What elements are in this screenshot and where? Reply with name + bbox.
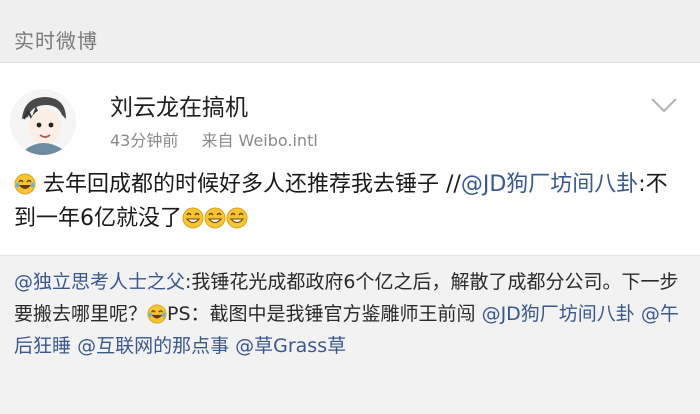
post-mention-link[interactable]: @JD狗厂坊间八卦 (461, 172, 638, 197)
repost-card[interactable]: @独立思考人士之父:我锤花光成都政府6个亿之后，解散了成都分公司。下一步要搬去哪… (0, 255, 700, 414)
chevron-down-icon[interactable] (648, 93, 680, 117)
repost-author-link[interactable]: @独立思考人士之父 (14, 271, 185, 293)
repost-mention-link[interactable]: @草Grass草 (235, 335, 346, 357)
post-meta: 43分钟前 来自 Weibo.intl (110, 127, 336, 151)
post-body: 去年回成都的时候好多人还推荐我去锤子 //@JD狗厂坊间八卦:不到一年6亿就没了 (14, 168, 684, 236)
repost-mention-link[interactable]: @互联网的那点事 (77, 335, 229, 357)
grin-emoji (204, 207, 226, 229)
post-text-1: 去年回成都的时候好多人还推荐我去锤子 // (43, 172, 461, 197)
laugh-cry-emoji (147, 304, 167, 324)
section-header: 实时微博 (0, 0, 700, 63)
avatar[interactable] (10, 89, 76, 155)
post-card[interactable]: 刘云龙在搞机 43分钟前 来自 Weibo.intl 去年回成都的时候好多人还推… (0, 63, 700, 255)
repost-body: @独立思考人士之父:我锤花光成都政府6个亿之后，解散了成都分公司。下一步要搬去哪… (14, 266, 684, 362)
repost-mention-link[interactable]: @JD狗厂坊间八卦 (482, 303, 635, 325)
grin-emoji (182, 207, 204, 229)
post-source[interactable]: 来自 Weibo.intl (201, 131, 317, 150)
repost-text-2: PS：截图中是我锤官方鉴雕师王前闯 (167, 303, 482, 325)
section-title: 实时微博 (14, 29, 98, 53)
post-author[interactable]: 刘云龙在搞机 (110, 88, 248, 122)
grin-emoji (226, 207, 248, 229)
laugh-cry-emoji (14, 173, 36, 195)
post-time: 43分钟前 (110, 131, 179, 150)
